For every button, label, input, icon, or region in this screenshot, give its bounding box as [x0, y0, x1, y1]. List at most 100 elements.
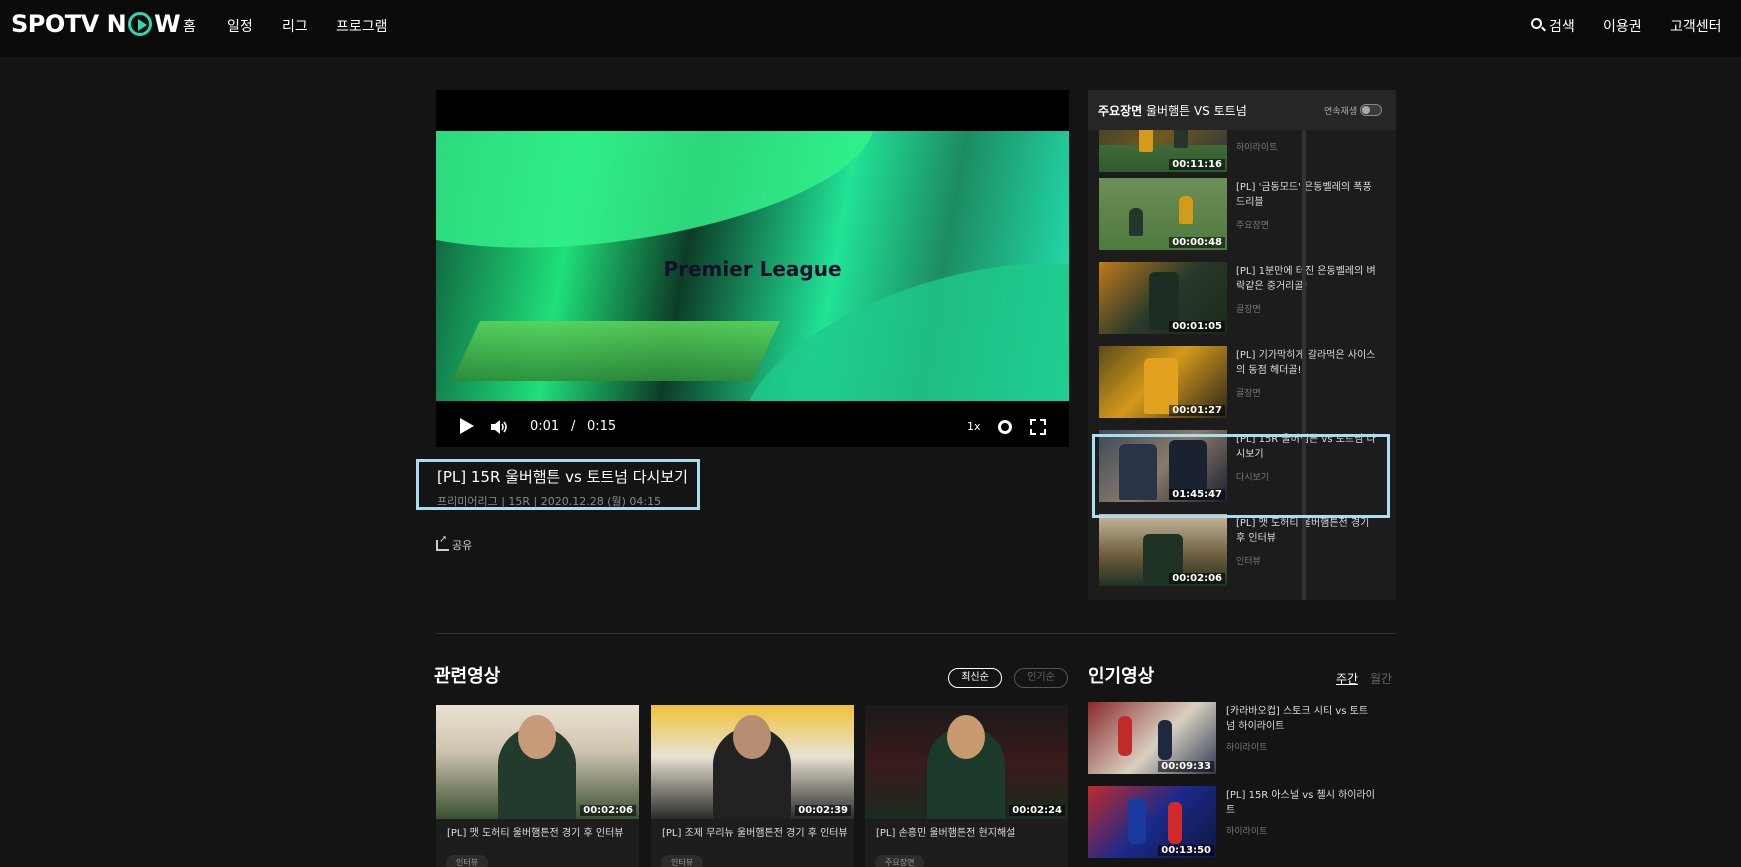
- gear-icon[interactable]: [998, 420, 1012, 434]
- person-head: [518, 715, 556, 759]
- popular-thumbnail: 00:09:33: [1088, 702, 1216, 774]
- nav-program[interactable]: 프로그램: [336, 16, 388, 36]
- highlight-duration: 00:00:48: [1169, 237, 1225, 248]
- panel-match: 울버햄튼 VS 토트넘: [1146, 104, 1247, 118]
- current-time: 0:01: [530, 419, 560, 434]
- panel-header: 주요장면 울버햄튼 VS 토트넘 연속재생: [1088, 90, 1396, 130]
- related-card[interactable]: 00:02:39 [PL] 조제 무리뉴 울버햄튼전 경기 후 인터뷰 인터뷰: [651, 705, 854, 867]
- popular-item[interactable]: 00:13:50 [PL] 15R 아스널 vs 첼시 하이라이트 하이라이트: [1088, 786, 1388, 858]
- duration: 0:15: [587, 419, 617, 434]
- related-card[interactable]: 00:02:24 [PL] 손흥민 울버햄튼전 현지해설 주요장면: [865, 705, 1068, 867]
- popular-item-category: 하이라이트: [1226, 743, 1268, 753]
- active-highlight-frame: [1092, 434, 1390, 518]
- video-stadium: [452, 321, 780, 381]
- highlight-item[interactable]: 00:01:05 [PL] 1분만에 터진 은동벨레의 벼락같은 중거리골! 골…: [1099, 262, 1389, 334]
- highlight-item[interactable]: 00:11:16 하이라이트: [1099, 130, 1389, 172]
- autoplay-label: 연속재생: [1324, 107, 1358, 117]
- popular-item-title: [PL] 15R 아스널 vs 첼시 하이라이트: [1226, 790, 1375, 816]
- nav-league[interactable]: 리그: [282, 16, 308, 36]
- highlight-duration: 00:01:27: [1169, 405, 1225, 416]
- player-figure: [1179, 196, 1193, 224]
- search-icon[interactable]: [1531, 18, 1542, 29]
- highlight-title: [PL] '금동모드' 은동벨레의 폭풍 드리블: [1236, 182, 1372, 208]
- related-card[interactable]: 00:02:06 [PL] 맷 도허티 울버햄튼전 경기 후 인터뷰 인터뷰: [436, 705, 639, 867]
- search-link[interactable]: 검색: [1549, 16, 1575, 36]
- share-label: 공유: [452, 539, 473, 552]
- highlight-title: [PL] 1분만에 터진 은동벨레의 벼락같은 중거리골!: [1236, 266, 1376, 292]
- highlight-category: 골장면: [1236, 389, 1261, 399]
- popular-duration: 00:09:33: [1158, 761, 1214, 772]
- video-player[interactable]: Premier League 0:01 / 0:15 1x: [436, 90, 1069, 447]
- share-button[interactable]: 공유: [436, 534, 473, 553]
- highlights-panel: 주요장면 울버햄튼 VS 토트넘 연속재생 00:11:16 하이라이트 00:…: [1088, 90, 1396, 600]
- section-divider: [436, 633, 1396, 634]
- video-meta: 프리미어리그 | 15R | 2020.12.28 (월) 04:15: [437, 495, 662, 508]
- player-figure: [1129, 208, 1143, 236]
- related-card-tag: 주요장면: [875, 855, 925, 867]
- popular-item[interactable]: 00:09:33 [카라바오컵] 스토크 시티 vs 토트넘 하이라이트 하이라…: [1088, 702, 1388, 774]
- highlight-category: 주요장면: [1236, 221, 1270, 231]
- related-duration: 00:02:39: [795, 805, 851, 816]
- related-thumbnail: 00:02:39: [651, 705, 854, 819]
- highlights-scrollbar[interactable]: [1302, 130, 1306, 600]
- highlight-thumbnail: 00:00:48: [1099, 178, 1227, 250]
- share-icon: [436, 534, 449, 551]
- speed-button[interactable]: 1x: [967, 420, 981, 433]
- logo-text-left: SPOTV N: [11, 10, 127, 38]
- highlight-category: 인터뷰: [1236, 557, 1261, 567]
- related-duration: 00:02:06: [580, 805, 636, 816]
- highlight-item[interactable]: 00:02:06 [PL] 맷 도허티 울버햄튼전 경기 후 인터뷰 인터뷰: [1099, 514, 1389, 586]
- highlight-thumbnail: 00:11:16: [1099, 130, 1227, 172]
- player-figure: [1168, 802, 1182, 844]
- fullscreen-icon[interactable]: [1030, 419, 1046, 435]
- popular-item-category: 하이라이트: [1226, 827, 1268, 837]
- player-controls: 0:01 / 0:15 1x: [436, 410, 1069, 447]
- highlight-duration: 00:11:16: [1169, 159, 1225, 170]
- person-head: [733, 715, 771, 759]
- related-card-title: [PL] 맷 도허티 울버햄튼전 경기 후 인터뷰: [447, 828, 624, 839]
- popular-item-title: [카라바오컵] 스토크 시티 vs 토트넘 하이라이트: [1226, 706, 1369, 732]
- video-swoosh: [436, 131, 886, 277]
- highlight-title: [PL] 맷 도허티 울버햄튼전 경기 후 인터뷰: [1236, 518, 1370, 544]
- person-head: [947, 715, 985, 759]
- related-card-title: [PL] 조제 무리뉴 울버햄튼전 경기 후 인터뷰: [662, 828, 847, 839]
- related-duration: 00:02:24: [1009, 805, 1065, 816]
- play-icon[interactable]: [460, 418, 474, 434]
- player-figure: [1174, 130, 1188, 148]
- time-separator: /: [571, 419, 576, 434]
- pass-link[interactable]: 이용권: [1603, 16, 1642, 36]
- related-card-title: [PL] 손흥민 울버햄튼전 현지해설: [876, 828, 1016, 839]
- tab-weekly[interactable]: 주간: [1336, 670, 1358, 687]
- highlight-duration: 00:02:06: [1169, 573, 1225, 584]
- highlight-thumbnail: 00:01:27: [1099, 346, 1227, 418]
- highlight-item[interactable]: 00:01:27 [PL] 기가막히게 갈라먹은 사이스의 동점 헤더골! 골장…: [1099, 346, 1389, 418]
- sort-popular-button[interactable]: 인기순: [1014, 668, 1068, 688]
- highlight-title: [PL] 기가막히게 갈라먹은 사이스의 동점 헤더골!: [1236, 350, 1376, 376]
- popular-title: 인기영상: [1088, 666, 1155, 687]
- player-figure: [1158, 720, 1172, 760]
- highlight-item[interactable]: 00:00:48 [PL] '금동모드' 은동벨레의 폭풍 드리블 주요장면: [1099, 178, 1389, 250]
- volume-icon[interactable]: [491, 419, 509, 435]
- highlights-list[interactable]: 00:11:16 하이라이트 00:00:48 [PL] '금동모드' 은동벨레…: [1088, 130, 1396, 600]
- support-link[interactable]: 고객센터: [1670, 16, 1722, 36]
- video-swoosh: [718, 220, 1069, 401]
- related-thumbnail: 00:02:24: [865, 705, 1068, 819]
- video-frame[interactable]: Premier League: [436, 131, 1069, 401]
- premier-league-overlay: Premier League: [663, 257, 842, 281]
- related-title: 관련영상: [434, 666, 501, 687]
- tab-monthly[interactable]: 월간: [1370, 670, 1392, 687]
- popular-thumbnail: 00:13:50: [1088, 786, 1216, 858]
- highlight-duration: 00:01:05: [1169, 321, 1225, 332]
- nav-schedule[interactable]: 일정: [227, 16, 253, 36]
- player-figure: [1118, 716, 1132, 756]
- related-thumbnail: 00:02:06: [436, 705, 639, 819]
- panel-label: 주요장면: [1098, 104, 1143, 118]
- top-header: SPOTV N W 홈 일정 리그 프로그램 검색 이용권 고객센터: [0, 0, 1741, 57]
- highlight-thumbnail: 00:02:06: [1099, 514, 1227, 586]
- nav-home[interactable]: 홈: [183, 16, 196, 36]
- highlight-thumbnail: 00:01:05: [1099, 262, 1227, 334]
- autoplay-toggle[interactable]: [1360, 104, 1382, 116]
- spotv-now-logo[interactable]: SPOTV N W: [11, 10, 181, 38]
- sort-latest-button[interactable]: 최신순: [948, 668, 1002, 688]
- related-card-tag: 인터뷰: [661, 855, 704, 867]
